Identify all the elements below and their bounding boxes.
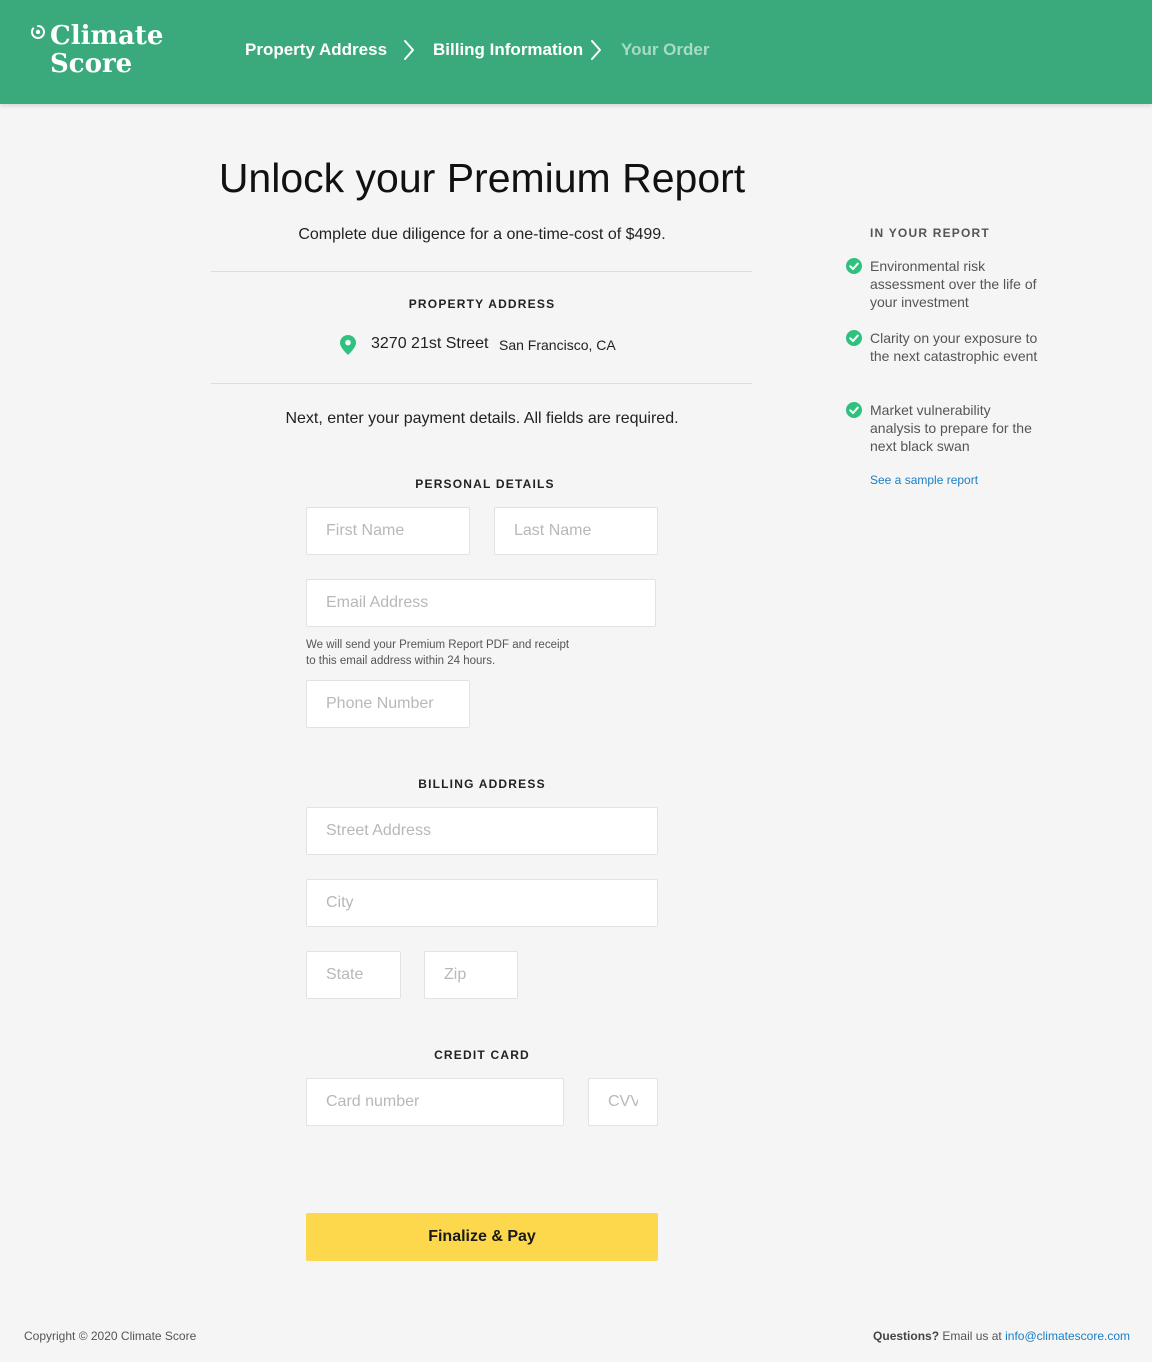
cvv-input[interactable]: [588, 1078, 658, 1126]
benefit-text: Environmental risk assessment over the l…: [870, 258, 1037, 310]
questions-label: Questions?: [873, 1329, 940, 1343]
divider: [211, 271, 752, 272]
personal-details-heading: PERSONAL DETAILS: [415, 477, 555, 491]
city-input[interactable]: [306, 879, 658, 927]
chevron-right-icon: [591, 40, 601, 60]
last-name-input[interactable]: [494, 507, 658, 555]
report-contents-heading: IN YOUR REPORT: [870, 226, 990, 240]
street-address-input[interactable]: [306, 807, 658, 855]
phone-input[interactable]: [306, 680, 470, 728]
payment-instructions: Next, enter your payment details. All fi…: [285, 410, 679, 427]
logo-mark-icon: [31, 25, 45, 39]
zip-input[interactable]: [424, 951, 518, 999]
credit-card-heading: CREDIT CARD: [434, 1048, 530, 1062]
copyright-text: Copyright © 2020 Climate Score: [24, 1329, 197, 1343]
sample-report-link[interactable]: See a sample report: [870, 472, 978, 488]
step-property-address[interactable]: Property Address: [245, 40, 387, 60]
card-number-input[interactable]: [306, 1078, 564, 1126]
property-city: San Francisco, CA: [499, 337, 616, 353]
step-your-order: Your Order: [621, 40, 710, 59]
check-circle-icon: [846, 258, 862, 274]
logo-text-line1: Climate: [50, 21, 164, 51]
benefit-text: Clarity on your exposure to the next cat…: [870, 330, 1038, 364]
email-hint: We will send your Premium Report PDF and…: [306, 639, 570, 667]
check-circle-icon: [846, 330, 862, 346]
email-input[interactable]: [306, 579, 656, 627]
first-name-input[interactable]: [306, 507, 470, 555]
step-billing-information[interactable]: Billing Information: [433, 40, 583, 60]
billing-address-heading: BILLING ADDRESS: [418, 777, 546, 791]
check-circle-icon: [846, 402, 862, 418]
property-address-heading: PROPERTY ADDRESS: [408, 297, 556, 311]
benefit-text: Market vulnerability analysis to prepare…: [870, 402, 1032, 454]
contact-email-link[interactable]: info@climatescore.com: [1005, 1329, 1130, 1343]
logo-text-line2: Score: [50, 49, 133, 79]
email-prefix: Email us at: [942, 1329, 1002, 1343]
property-street: 3270 21st Street: [371, 335, 489, 352]
finalize-pay-button[interactable]: Finalize & Pay: [306, 1213, 658, 1261]
map-pin-icon: [340, 335, 356, 355]
contact-info: Questions? Email us at info@climatescore…: [873, 1328, 1130, 1344]
page-title: Unlock your Premium Report: [218, 155, 746, 201]
page-subtitle: Complete due diligence for a one-time-co…: [298, 226, 666, 243]
divider: [211, 383, 752, 384]
top-nav-bar: Climate Score Property Address Billing I…: [0, 0, 1152, 104]
state-input[interactable]: [306, 951, 401, 999]
chevron-right-icon: [404, 40, 414, 60]
